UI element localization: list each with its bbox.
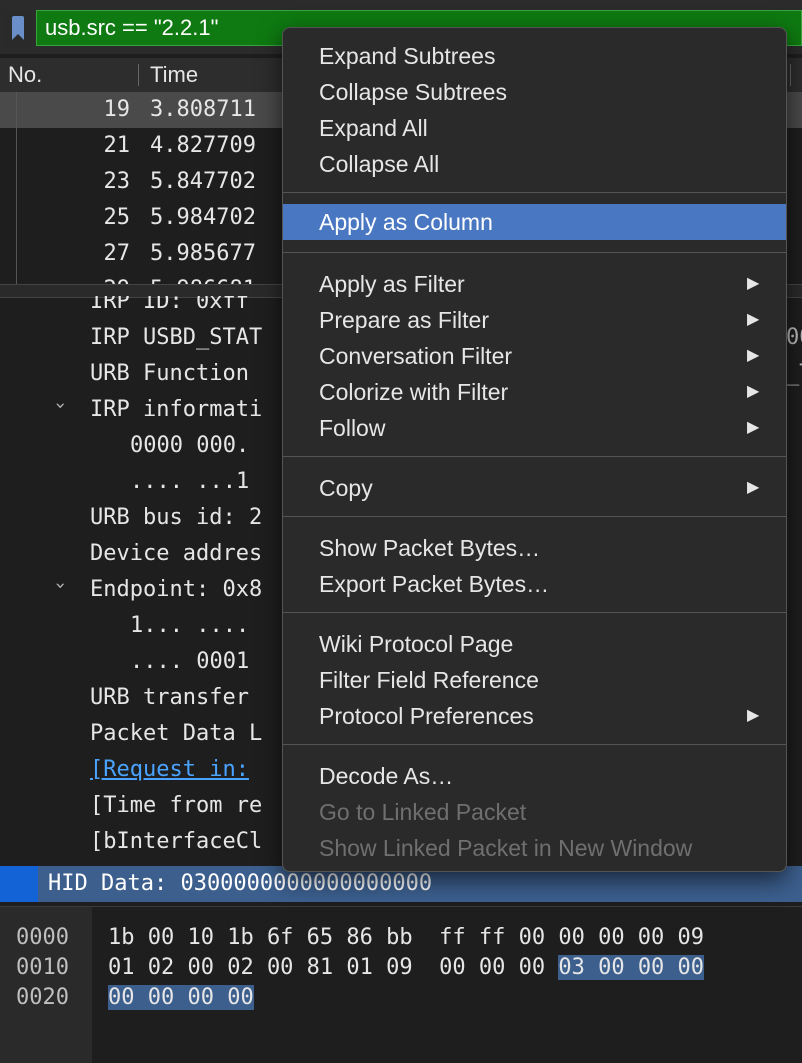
byte-offset: 0020 <box>16 985 69 1010</box>
menu-item-go-to-linked-packet: Go to Linked Packet <box>319 799 527 825</box>
menu-item-follow[interactable]: Follow ▶ <box>283 410 786 446</box>
tree-item[interactable]: .... 0001 <box>130 644 249 680</box>
chevron-down-icon[interactable]: › <box>50 580 71 596</box>
menu-item-collapse-all[interactable]: Collapse All <box>283 146 786 182</box>
menu-item-export-packet-bytes[interactable]: Export Packet Bytes… <box>283 566 786 602</box>
menu-item-filter-field-reference[interactable]: Filter Field Reference <box>283 662 786 698</box>
menu-item-expand-all[interactable]: Expand All <box>283 110 786 146</box>
chevron-right-icon: ▶ <box>747 383 760 400</box>
filter-bookmark-button[interactable] <box>2 10 32 48</box>
menu-item-expand-subtrees[interactable]: Expand Subtrees <box>283 38 786 74</box>
tree-item[interactable]: [bInterfaceCl <box>90 824 262 860</box>
menu-item-show-linked-packet-new-window: Show Linked Packet in New Window <box>319 835 693 861</box>
chevron-right-icon: ▶ <box>747 479 760 496</box>
hex-line[interactable]: 00 00 00 00 <box>108 983 254 1013</box>
menu-item-collapse-subtrees[interactable]: Collapse Subtrees <box>283 74 786 110</box>
menu-separator <box>283 744 786 745</box>
menu-separator <box>283 192 786 193</box>
request-in-link[interactable]: [Request in: <box>90 752 249 788</box>
column-header-no[interactable]: No. <box>8 62 42 88</box>
menu-separator <box>283 252 786 253</box>
chevron-right-icon: ▶ <box>747 707 760 724</box>
tree-item[interactable]: Device addres <box>90 536 262 572</box>
menu-separator <box>283 456 786 457</box>
tree-item[interactable]: URB Function <box>90 356 249 392</box>
tree-item[interactable]: 0000 000. <box>130 428 249 464</box>
tree-item[interactable]: URB bus id: 2 <box>90 500 262 536</box>
menu-item-wiki-protocol-page[interactable]: Wiki Protocol Page <box>283 626 786 662</box>
tree-item[interactable]: IRP USBD_STAT <box>90 320 262 356</box>
context-menu: Expand Subtrees Collapse Subtrees Expand… <box>282 27 787 872</box>
packet-bytes-pane: 0000 0010 0020 1b 00 10 1b 6f 65 86 bb f… <box>0 906 802 1063</box>
chevron-right-icon: ▶ <box>747 347 760 364</box>
tree-item[interactable]: Endpoint: 0x8 <box>90 572 262 608</box>
tree-item[interactable]: URB transfer <box>90 680 249 716</box>
hex-highlight: 03 00 00 00 <box>558 955 705 980</box>
hex-highlight: 00 00 00 00 <box>108 985 254 1010</box>
hex-line[interactable]: 01 02 00 02 00 81 01 09 00 00 00 03 00 0… <box>108 953 705 983</box>
menu-separator <box>283 516 786 517</box>
menu-separator <box>283 612 786 613</box>
column-header-time[interactable]: Time <box>150 62 198 88</box>
menu-item-apply-as-filter[interactable]: Apply as Filter ▶ <box>283 266 786 302</box>
menu-item-show-packet-bytes[interactable]: Show Packet Bytes… <box>283 530 786 566</box>
tree-item[interactable]: .... ...1 <box>130 464 249 500</box>
byte-offset: 0010 <box>16 955 69 980</box>
tree-item[interactable]: Packet Data L <box>90 716 262 752</box>
menu-item-prepare-as-filter[interactable]: Prepare as Filter ▶ <box>283 302 786 338</box>
chevron-right-icon: ▶ <box>747 311 760 328</box>
menu-item-conversation-filter[interactable]: Conversation Filter ▶ <box>283 338 786 374</box>
chevron-down-icon[interactable]: › <box>50 400 71 416</box>
hex-line[interactable]: 1b 00 10 1b 6f 65 86 bb ff ff 00 00 00 0… <box>108 923 704 953</box>
chevron-right-icon: ▶ <box>747 275 760 292</box>
tree-item[interactable]: IRP ID: 0xff <box>90 296 249 320</box>
menu-item-colorize-with-filter[interactable]: Colorize with Filter ▶ <box>283 374 786 410</box>
menu-item-protocol-preferences[interactable]: Protocol Preferences ▶ <box>283 698 786 734</box>
byte-offset: 0000 <box>16 925 69 950</box>
chevron-right-icon: ▶ <box>747 419 760 436</box>
menu-item-copy[interactable]: Copy ▶ <box>283 470 786 506</box>
tree-item[interactable]: IRP informati <box>90 392 262 428</box>
tree-item[interactable]: [Time from re <box>90 788 262 824</box>
menu-item-decode-as[interactable]: Decode As… <box>283 758 786 794</box>
tree-item[interactable]: 1... .... <box>130 608 249 644</box>
menu-item-apply-as-column[interactable]: Apply as Column <box>283 204 786 240</box>
